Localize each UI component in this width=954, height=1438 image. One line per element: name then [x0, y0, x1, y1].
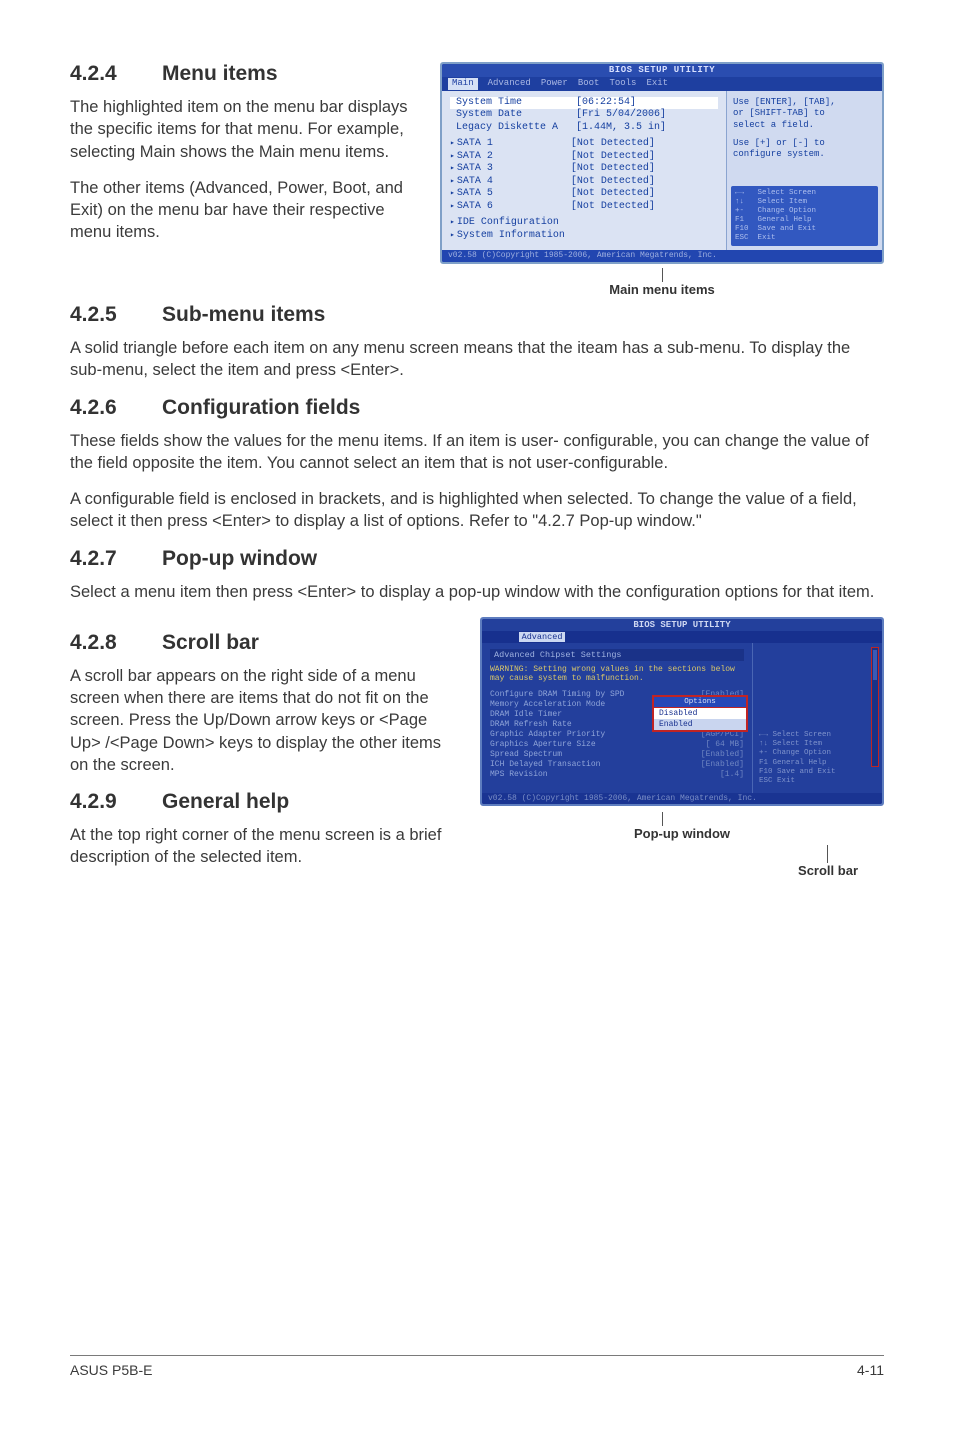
scrollbar — [871, 647, 879, 767]
bios-keyhelp: ←→ Select Screen ↑↓ Select Item +- Chang… — [731, 186, 878, 246]
para-426-2: A configurable field is enclosed in brac… — [70, 488, 884, 533]
bios-footer: v02.58 (C)Copyright 1985-2006, American … — [442, 250, 882, 262]
adv-footer: v02.58 (C)Copyright 1985-2006, American … — [482, 793, 882, 804]
adv-keyhelp: ←→ Select Screen ↑↓ Select Item +- Chang… — [759, 731, 836, 787]
para-424-1: The highlighted item on the menu bar dis… — [70, 96, 422, 163]
heading-426: 4.2.6Configuration fields — [70, 396, 884, 420]
para-426-1: These fields show the values for the men… — [70, 430, 884, 475]
footer-left: ASUS P5B-E — [70, 1362, 152, 1378]
heading-428: 4.2.8Scroll bar — [70, 631, 456, 655]
heading-424: 4.2.4Menu items — [70, 62, 422, 86]
para-424-2: The other items (Advanced, Power, Boot, … — [70, 177, 422, 244]
footer-right: 4-11 — [857, 1362, 884, 1378]
adv-warning: WARNING: Setting wrong values in the sec… — [490, 665, 744, 684]
bios-left-pane: System Time [06:22:54] System Date [Fri … — [442, 91, 726, 251]
heading-425: 4.2.5Sub-menu items — [70, 303, 884, 327]
bios-main-screenshot: BIOS SETUP UTILITY Main Advanced Power B… — [440, 62, 884, 297]
popup-window: Options Disabled Enabled — [652, 695, 748, 732]
para-429-1: At the top right corner of the menu scre… — [70, 824, 456, 869]
adv-titlebar: BIOS SETUP UTILITY — [482, 619, 882, 631]
heading-427: 4.2.7Pop-up window — [70, 547, 884, 571]
adv-tabs: Advanced — [482, 631, 882, 643]
bios-help-pane: Use [ENTER], [TAB], or [SHIFT-TAB] to se… — [726, 91, 882, 251]
adv-subhead: Advanced Chipset Settings — [490, 649, 744, 661]
main-menu-items-caption: Main menu items — [440, 282, 884, 297]
scrollbar-caption: Scroll bar — [480, 863, 884, 878]
para-425-1: A solid triangle before each item on any… — [70, 337, 884, 382]
bios-titlebar: BIOS SETUP UTILITY — [442, 64, 882, 77]
para-427-1: Select a menu item then press <Enter> to… — [70, 581, 884, 603]
bios-tabs: Main Advanced Power Boot Tools Exit — [442, 77, 882, 90]
para-428-1: A scroll bar appears on the right side o… — [70, 665, 456, 776]
popup-caption: Pop-up window — [480, 826, 884, 841]
heading-429: 4.2.9General help — [70, 790, 456, 814]
bios-advanced-screenshot: BIOS SETUP UTILITY Advanced Advanced Chi… — [480, 617, 884, 883]
page-footer: ASUS P5B-E 4-11 — [70, 1355, 884, 1378]
